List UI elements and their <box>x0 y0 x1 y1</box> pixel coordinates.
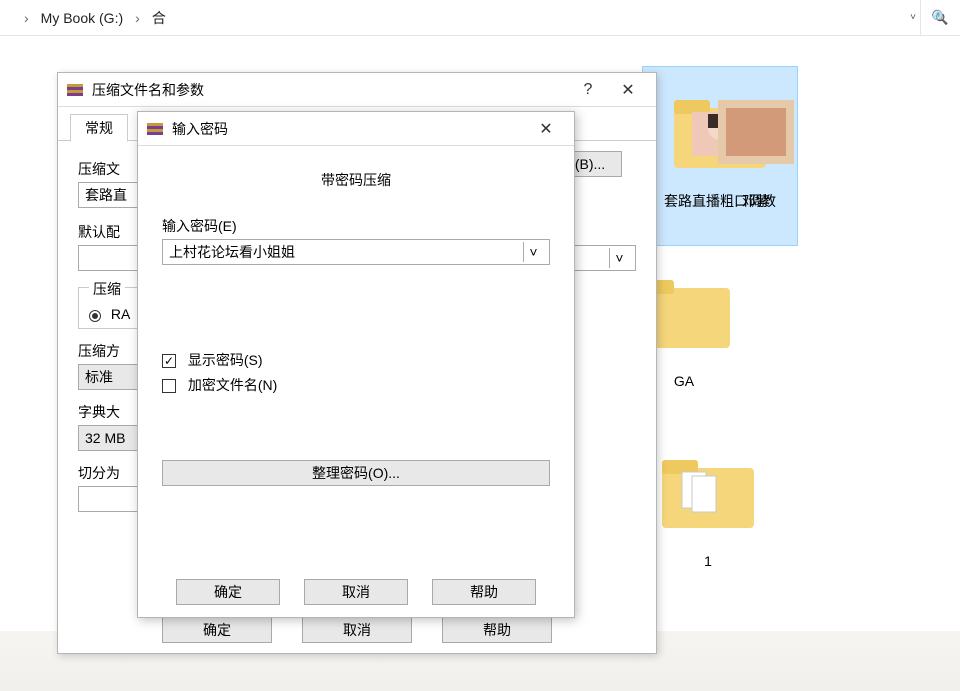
password-value: 上村花论坛看小姐姐 <box>169 242 295 262</box>
encrypt-names-checkbox[interactable] <box>162 379 176 393</box>
encrypt-names-label: 加密文件名(N) <box>188 377 277 393</box>
method-select[interactable]: 标准 <box>78 364 138 390</box>
password-heading: 带密码压缩 <box>162 170 550 190</box>
chevron-right-icon: › <box>129 10 146 26</box>
dialog-title: 输入密码 <box>172 119 526 139</box>
radio-rar-label: RA <box>111 306 130 322</box>
format-group-label: 压缩 <box>89 279 125 299</box>
manage-passwords-button[interactable]: 整理密码(O)... <box>162 460 550 486</box>
help-button[interactable]: 帮助 <box>432 579 536 605</box>
cancel-button[interactable]: 取消 <box>304 579 408 605</box>
password-dialog: 输入密码 ✕ 带密码压缩 输入密码(E) 上村花论坛看小姐姐 ˅ 显示密码(S)… <box>137 111 575 618</box>
help-button[interactable]: 帮助 <box>442 617 552 643</box>
ok-button[interactable]: 确定 <box>176 579 280 605</box>
chevron-right-icon: › <box>18 10 35 26</box>
folder-item[interactable]: 邓紫 <box>678 66 834 246</box>
method-label: 压缩方 <box>78 341 141 361</box>
password-combo[interactable]: 上村花论坛看小姐姐 ˅ <box>162 239 550 265</box>
dict-label: 字典大 <box>78 402 141 422</box>
ok-button[interactable]: 确定 <box>162 617 272 643</box>
show-password-checkbox[interactable] <box>162 354 176 368</box>
dialog-titlebar[interactable]: 输入密码 ✕ <box>138 112 574 146</box>
help-button[interactable]: ? <box>568 81 608 99</box>
chevron-down-icon: ˅ <box>609 248 629 268</box>
format-group: 压缩 RA <box>78 287 141 329</box>
close-button[interactable]: ✕ <box>608 80 648 100</box>
image-thumb-icon <box>706 92 806 172</box>
password-label: 输入密码(E) <box>162 216 550 236</box>
dialog-title: 压缩文件名和参数 <box>92 80 568 100</box>
address-bar: › My Book (G:) › 合 ˅ ↻ 🔍 <box>0 0 960 36</box>
folder-item[interactable]: 资源 <box>0 66 56 246</box>
split-field[interactable] <box>78 486 138 512</box>
radio-rar[interactable] <box>89 310 101 322</box>
chevron-down-icon[interactable]: ˅ <box>910 12 916 23</box>
dialog-titlebar[interactable]: 压缩文件名和参数 ? ✕ <box>58 73 656 107</box>
dict-select[interactable]: 32 MB <box>78 425 138 451</box>
tab-general[interactable]: 常规 <box>70 114 128 142</box>
search-icon: 🔍 <box>931 9 948 26</box>
close-button[interactable]: ✕ <box>526 119 566 139</box>
gear-thumb-icon <box>0 92 28 172</box>
archive-name-value: 套路直 <box>85 185 127 205</box>
cancel-button[interactable]: 取消 <box>302 617 412 643</box>
folder-label: 1 <box>704 553 712 571</box>
winrar-icon <box>146 120 164 138</box>
split-label: 切分为 <box>78 463 141 483</box>
folder-icon <box>658 452 758 532</box>
folder-label: 邓紫 <box>742 193 770 211</box>
breadcrumb-seg[interactable]: My Book (G:) <box>35 10 129 26</box>
show-password-label: 显示密码(S) <box>188 352 263 368</box>
folder-label: GA <box>674 373 694 391</box>
search-box[interactable]: 🔍 <box>920 0 960 35</box>
breadcrumb-seg[interactable]: 合 <box>146 8 172 28</box>
winrar-icon <box>66 81 84 99</box>
chevron-down-icon: ˅ <box>523 242 543 262</box>
